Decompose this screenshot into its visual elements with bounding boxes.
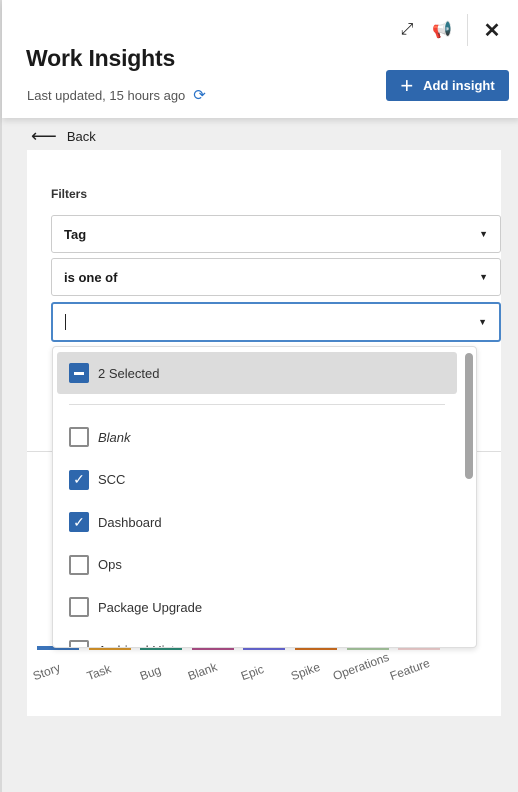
checkbox-icon[interactable] <box>69 427 89 447</box>
x-tick-label: Task <box>84 661 113 684</box>
refresh-icon[interactable]: ⟳ <box>193 86 206 104</box>
tag-dropdown: 2 Selected Blank ✓ SCC ✓ Dashboard Ops Package… <box>52 346 477 648</box>
checkbox-indeterminate-icon[interactable] <box>69 363 89 383</box>
page-title: Work Insights <box>26 45 176 71</box>
dropdown-option[interactable]: Package Upgrade <box>69 597 203 618</box>
divider <box>69 404 445 405</box>
x-tick-label: Spike <box>289 659 323 684</box>
divider <box>467 14 468 46</box>
last-updated: Last updated, 15 hours ago ⟳ <box>27 86 206 104</box>
checkbox-checked-icon[interactable]: ✓ <box>69 512 89 533</box>
option-label: Archived History <box>98 643 193 648</box>
selected-count: 2 Selected <box>98 365 160 381</box>
option-label: SCC <box>98 472 126 488</box>
plus-icon: + <box>400 72 414 98</box>
back-link[interactable]: ⟵ Back <box>31 126 96 147</box>
select-all-option[interactable]: 2 Selected <box>57 352 457 394</box>
checkbox-icon[interactable] <box>69 640 89 647</box>
filter-operator-value: is one of <box>64 269 118 285</box>
option-label: Package Upgrade <box>98 599 203 615</box>
filter-operator-select[interactable]: is one of ▼ <box>51 258 501 296</box>
arrow-left-icon: ⟵ <box>31 126 57 146</box>
back-label: Back <box>66 129 96 144</box>
x-tick-label: Bug <box>138 662 164 684</box>
filters-label: Filters <box>51 187 88 201</box>
option-label: Blank <box>98 429 131 445</box>
scrollbar[interactable] <box>465 353 473 479</box>
megaphone-icon[interactable]: 📢 <box>430 18 454 42</box>
caret-down-icon: ▼ <box>479 229 488 239</box>
dropdown-option[interactable]: Blank <box>69 427 131 447</box>
text-cursor <box>65 314 66 330</box>
dropdown-option[interactable]: ✓ Dashboard <box>69 512 162 533</box>
last-updated-text: Last updated, 15 hours ago <box>27 87 186 103</box>
add-insight-button[interactable]: + Add insight <box>386 70 509 101</box>
dropdown-option[interactable]: Ops <box>69 554 122 575</box>
caret-down-icon: ▼ <box>478 317 487 327</box>
close-icon[interactable]: ✕ <box>480 18 504 42</box>
x-tick-label: Feature <box>388 655 432 684</box>
option-label: Ops <box>98 557 122 573</box>
add-insight-label: Add insight <box>423 78 495 93</box>
caret-down-icon: ▼ <box>479 272 488 282</box>
x-tick-label: Operations <box>330 649 391 684</box>
dropdown-option[interactable]: ✓ SCC <box>69 469 126 490</box>
filter-field-value: Tag <box>64 226 87 242</box>
x-tick-label: Story <box>31 660 63 684</box>
dropdown-option[interactable]: Archived History <box>69 640 193 648</box>
header: Work Insights Last updated, 15 hours ago… <box>2 0 518 118</box>
x-tick-label: Blank <box>185 659 219 684</box>
option-label: Dashboard <box>98 514 162 530</box>
checkbox-icon[interactable] <box>69 597 89 618</box>
x-tick-label: Epic <box>239 662 267 684</box>
filter-value-input[interactable]: ▼ <box>51 302 501 342</box>
expand-icon[interactable]: ⤢ <box>395 18 419 42</box>
checkbox-checked-icon[interactable]: ✓ <box>69 469 89 490</box>
filter-field-select[interactable]: Tag ▼ <box>51 215 501 253</box>
checkbox-icon[interactable] <box>69 554 89 575</box>
